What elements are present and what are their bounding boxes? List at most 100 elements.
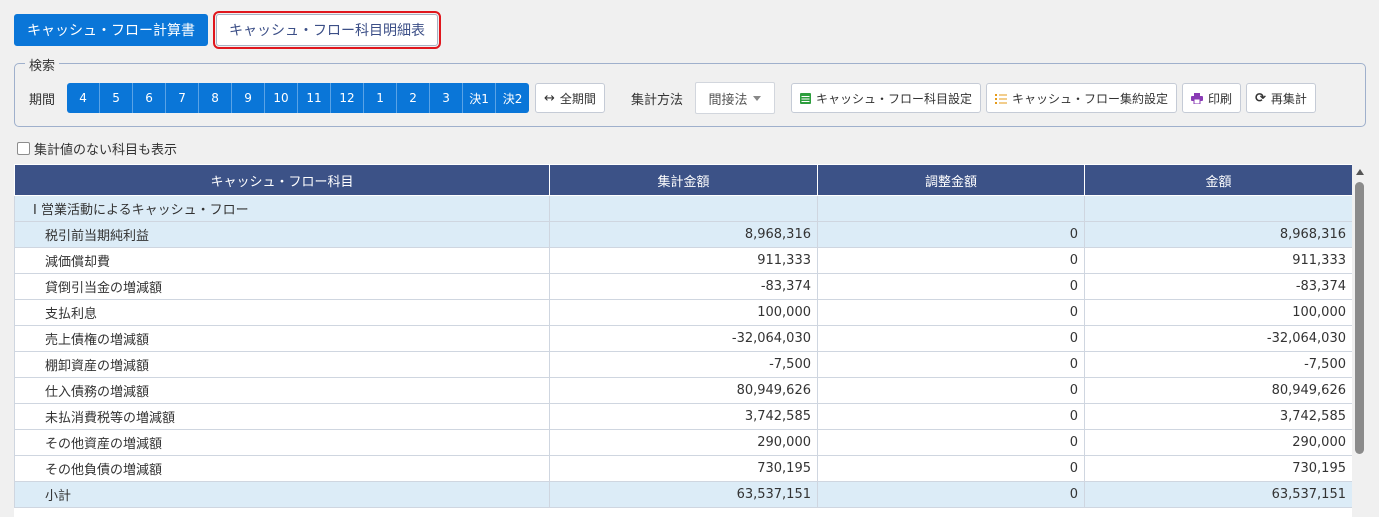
cell-adjustment[interactable]: 0 [817,273,1085,300]
table-row[interactable]: 小計 63,537,151 0 63,537,151 [14,481,1352,508]
tab-bar: キャッシュ・フロー計算書 キャッシュ・フロー科目明細表 [14,11,441,49]
cell-amount: 100,000 [1084,299,1352,326]
month-button[interactable]: 4 [67,83,101,113]
cell-account: 減価償却費 [14,247,550,274]
cell-account: I 営業活動によるキャッシュ・フロー [14,195,550,222]
summary-setting-button[interactable]: キャッシュ・フロー集約設定 [985,83,1177,113]
cell-account: 小計 [14,481,550,508]
table-icon [799,92,811,104]
all-period-label: 全期間 [559,91,596,106]
show-empty-checkbox-row[interactable]: 集計値のない科目も表示 [17,139,177,158]
arrows-horizontal-icon: ↔ [544,90,555,106]
month-button[interactable]: 6 [133,83,167,113]
month-button[interactable]: 3 [430,83,464,113]
table-row[interactable]: 減価償却費 911,333 0 911,333 [14,247,1352,274]
month-buttons: 4 5 6 7 8 9 10 11 12 1 2 3 決1 決2 [67,83,530,113]
month-button[interactable]: 10 [265,83,299,113]
cell-adjustment[interactable]: 0 [817,481,1085,508]
cell-total: 911,333 [549,247,818,274]
cell-account: 税引前当期純利益 [14,221,550,248]
cell-adjustment[interactable] [817,195,1085,222]
cell-account: 仕入債務の増減額 [14,377,550,404]
table-row[interactable]: 支払利息 100,000 0 100,000 [14,299,1352,326]
cell-adjustment[interactable]: 0 [817,455,1085,482]
show-empty-checkbox[interactable] [17,142,30,155]
cell-total [549,195,818,222]
method-select-value: 間接法 [708,92,748,108]
table-row[interactable]: 棚卸資産の増減額 -7,500 0 -7,500 [14,351,1352,378]
cell-amount: 8,968,316 [1084,221,1352,248]
month-button[interactable]: 5 [100,83,134,113]
cell-account: 未払消費税等の増減額 [14,403,550,430]
table-scrollbar[interactable] [1353,164,1367,517]
table-row[interactable]: 売上債権の増減額 -32,064,030 0 -32,064,030 [14,325,1352,352]
scrollbar-thumb[interactable] [1355,182,1364,454]
cell-adjustment[interactable]: 0 [817,299,1085,326]
printer-icon [1190,92,1203,104]
show-empty-label: 集計値のない科目も表示 [34,143,178,158]
all-period-button[interactable]: ↔ 全期間 [535,83,605,113]
cell-adjustment[interactable]: 0 [817,325,1085,352]
tab-cash-flow-statement[interactable]: キャッシュ・フロー計算書 [14,14,208,46]
recalc-button[interactable]: ⟳ 再集計 [1246,83,1316,113]
cell-amount: -7,500 [1084,351,1352,378]
cell-account: 売上債権の増減額 [14,325,550,352]
cell-amount: 730,195 [1084,455,1352,482]
cell-total: 8,968,316 [549,221,818,248]
table-row[interactable]: その他資産の増減額 290,000 0 290,000 [14,429,1352,456]
month-button[interactable]: 9 [232,83,266,113]
table-row[interactable]: 未払消費税等の増減額 3,742,585 0 3,742,585 [14,403,1352,430]
tab-cash-flow-account-detail[interactable]: キャッシュ・フロー科目明細表 [213,11,441,49]
cell-account: その他資産の増減額 [14,429,550,456]
cell-total: 3,742,585 [549,403,818,430]
table-row[interactable]: 税引前当期純利益 8,968,316 0 8,968,316 [14,221,1352,248]
cell-adjustment[interactable]: 0 [817,377,1085,404]
cash-flow-table-container: キャッシュ・フロー科目 集計金額 調整金額 金額 I 営業活動によるキャッシュ・… [14,164,1352,517]
cell-account: 支払利息 [14,299,550,326]
search-legend: 検索 [25,55,60,74]
print-label: 印刷 [1207,91,1232,106]
month-button[interactable]: 1 [364,83,398,113]
table-row[interactable]: I 営業活動によるキャッシュ・フロー [14,195,1352,222]
cash-flow-table: キャッシュ・フロー科目 集計金額 調整金額 金額 I 営業活動によるキャッシュ・… [14,164,1352,508]
month-button[interactable]: 11 [298,83,332,113]
table-row[interactable]: その他負債の増減額 730,195 0 730,195 [14,455,1352,482]
table-header-row: キャッシュ・フロー科目 集計金額 調整金額 金額 [14,164,1352,196]
cell-adjustment[interactable]: 0 [817,351,1085,378]
list-check-icon [994,93,1007,104]
month-button[interactable]: 7 [166,83,200,113]
period-label: 期間 [29,92,56,108]
cell-account: 棚卸資産の増減額 [14,351,550,378]
cell-adjustment[interactable]: 0 [817,247,1085,274]
print-button[interactable]: 印刷 [1181,83,1241,113]
cell-total: 730,195 [549,455,818,482]
month-button[interactable]: 決2 [496,83,530,113]
cell-adjustment[interactable]: 0 [817,429,1085,456]
month-button[interactable]: 12 [331,83,365,113]
table-row[interactable]: 仕入債務の増減額 80,949,626 0 80,949,626 [14,377,1352,404]
cell-total: 63,537,151 [549,481,818,508]
cell-amount [1084,195,1352,222]
summary-setting-label: キャッシュ・フロー集約設定 [1011,91,1168,106]
month-button[interactable]: 2 [397,83,431,113]
month-button[interactable]: 8 [199,83,233,113]
header-account[interactable]: キャッシュ・フロー科目 [14,164,550,196]
cell-amount: 3,742,585 [1084,403,1352,430]
table-row[interactable]: 貸倒引当金の増減額 -83,374 0 -83,374 [14,273,1352,300]
header-adjustment[interactable]: 調整金額 [817,164,1085,196]
cell-amount: -83,374 [1084,273,1352,300]
cell-adjustment[interactable]: 0 [817,403,1085,430]
account-setting-button[interactable]: キャッシュ・フロー科目設定 [790,83,981,113]
method-select[interactable]: 間接法 [694,82,775,114]
method-label: 集計方法 [630,92,683,108]
scroll-up-icon[interactable] [1356,169,1364,175]
account-setting-label: キャッシュ・フロー科目設定 [815,91,972,106]
month-button[interactable]: 決1 [463,83,497,113]
header-total[interactable]: 集計金額 [549,164,818,196]
cell-amount: 63,537,151 [1084,481,1352,508]
header-amount[interactable]: 金額 [1084,164,1352,196]
refresh-icon: ⟳ [1255,90,1266,106]
cell-amount: 290,000 [1084,429,1352,456]
cell-amount: -32,064,030 [1084,325,1352,352]
cell-adjustment[interactable]: 0 [817,221,1085,248]
